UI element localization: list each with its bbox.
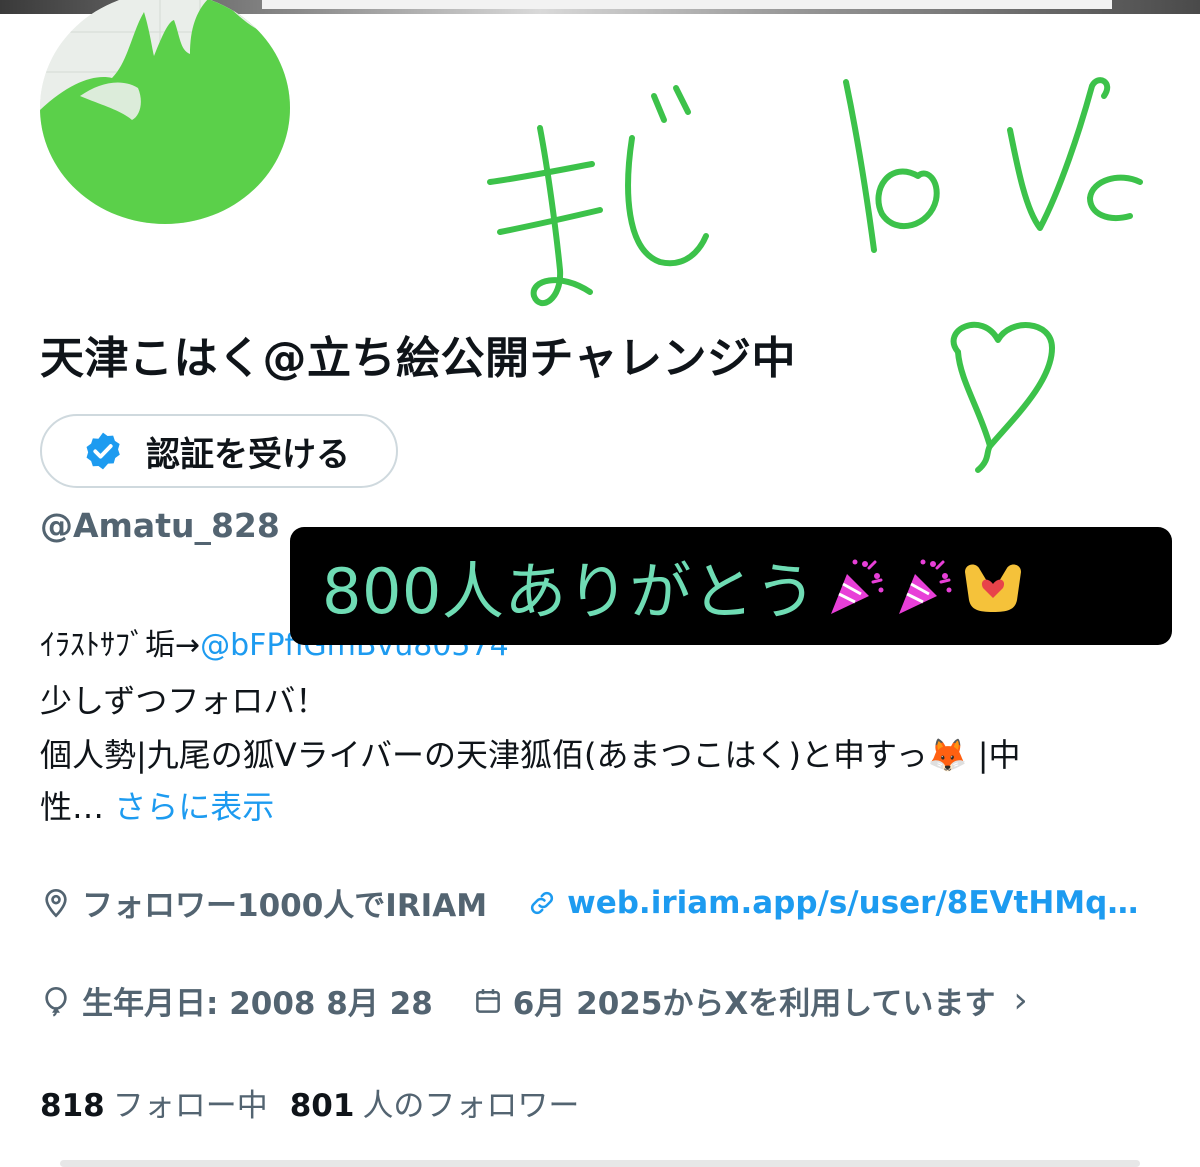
bio-sub-account-prefix: ｲﾗｽﾄｻﾌﾞ垢→ [40, 628, 201, 663]
meta-row-birthday-joined: 生年月日: 2008 8月 28 6月 2025からXを利用しています › [40, 978, 1028, 1023]
party-popper-icon [830, 559, 884, 614]
meta-row-location-website: フォロワー1000人でIRIAM web.iriam.app/s/user/8E… [40, 880, 1138, 925]
link-icon [530, 891, 554, 914]
get-verified-label: 認証を受ける [146, 434, 350, 475]
get-verified-button[interactable]: 認証を受ける [40, 414, 398, 488]
chevron-right-icon[interactable]: › [1013, 980, 1027, 1021]
location-pin-icon [45, 888, 67, 918]
bio-line-intro: 個人勢|九尾の狐Vライバーの天津狐佰(あまつこはく)と申すっ🦊 |中 [40, 736, 1021, 774]
birthday-text: 生年月日: 2008 8月 28 [82, 986, 433, 1022]
party-popper-icon [898, 559, 952, 614]
bio-line-follow-back: 少しずつフォロバ！ [40, 682, 328, 720]
following-count[interactable]: 818 [40, 1088, 105, 1124]
followers-count[interactable]: 801 [290, 1088, 355, 1124]
user-handle: @Amatu_828 [40, 506, 280, 545]
tab-bar-edge [60, 1160, 1140, 1167]
followers-label[interactable]: 人のフォロワー [362, 1088, 579, 1124]
banner-highlight [262, 0, 1112, 9]
balloon-icon [45, 986, 67, 1017]
celebration-text: 800人ありがとう [322, 555, 817, 628]
verified-badge-icon [86, 432, 120, 470]
calendar-icon [475, 988, 500, 1013]
website-link[interactable]: web.iriam.app/s/user/8EVtHMq… [567, 885, 1138, 921]
celebration-emojis [825, 554, 1029, 618]
location-text: フォロワー1000人でIRIAM [82, 888, 488, 924]
following-label[interactable]: フォロー中 [113, 1088, 268, 1124]
celebration-banner: 800人ありがとう [290, 527, 1172, 645]
show-more-link[interactable]: さらに表示 [114, 788, 274, 826]
joined-date-text: 6月 2025からXを利用しています [512, 986, 996, 1022]
display-name: 天津こはく@立ち絵公開チャレンジ中 [40, 333, 797, 384]
fox-silhouette-avatar [40, 0, 290, 224]
avatar[interactable] [40, 0, 290, 224]
heart-hands-icon [964, 564, 1021, 612]
bio-line-truncated: 性… さらに表示 [40, 782, 274, 828]
bio-truncated-text: 性… [40, 788, 115, 826]
follow-stats: 818 フォロー中 801 人のフォロワー [40, 1080, 601, 1125]
